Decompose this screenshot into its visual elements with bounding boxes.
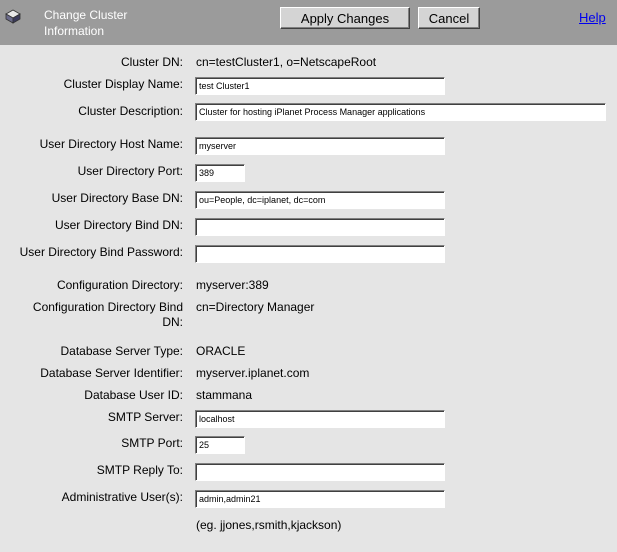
smtp-reply-to-input[interactable]	[195, 463, 445, 481]
config-directory-bind-dn-label: Configuration Directory Bind DN:	[32, 300, 183, 329]
db-server-type-label: Database Server Type:	[60, 344, 183, 358]
page-title: Change Cluster Information	[44, 8, 128, 38]
apply-changes-button[interactable]: Apply Changes	[280, 7, 410, 29]
config-directory-bind-dn-value: cn=Directory Manager	[196, 300, 315, 314]
smtp-port-input[interactable]: 25	[195, 436, 245, 454]
user-directory-port-label: User Directory Port:	[77, 164, 183, 178]
admin-users-input[interactable]: admin,admin21	[195, 490, 445, 508]
db-server-identifier-label: Database Server Identifier:	[40, 366, 183, 380]
help-link[interactable]: Help	[579, 10, 606, 25]
user-directory-bind-dn-label: User Directory Bind DN:	[54, 218, 183, 232]
smtp-server-input[interactable]: localhost	[195, 410, 445, 428]
smtp-port-label: SMTP Port:	[121, 436, 183, 450]
user-directory-bind-password-label: User Directory Bind Password:	[19, 245, 183, 259]
db-server-identifier-value: myserver.iplanet.com	[196, 366, 310, 380]
cluster-logo-icon	[4, 7, 22, 25]
cluster-description-label: Cluster Description:	[78, 104, 183, 118]
cluster-dn-label: Cluster DN:	[120, 55, 183, 69]
cluster-display-name-label: Cluster Display Name:	[63, 77, 183, 91]
cluster-display-name-input[interactable]: test Cluster1	[195, 77, 445, 95]
smtp-server-label: SMTP Server:	[107, 410, 183, 424]
config-directory-value: myserver:389	[196, 278, 269, 292]
cluster-dn-value: cn=testCluster1, o=NetscapeRoot	[196, 55, 377, 69]
user-directory-port-input[interactable]: 389	[195, 164, 245, 182]
user-directory-bind-dn-input[interactable]	[195, 218, 445, 236]
db-user-id-value: stammana	[196, 388, 253, 402]
user-directory-base-dn-label: User Directory Base DN:	[51, 191, 183, 205]
user-directory-bind-password-input[interactable]	[195, 245, 445, 263]
cluster-description-input[interactable]: Cluster for hosting iPlanet Process Mana…	[195, 103, 606, 121]
user-directory-host-input[interactable]: myserver	[195, 137, 445, 155]
db-user-id-label: Database User ID:	[84, 388, 183, 402]
admin-users-hint: (eg. jjones,rsmith,kjackson)	[196, 518, 342, 532]
user-directory-host-label: User Directory Host Name:	[39, 137, 183, 151]
user-directory-base-dn-input[interactable]: ou=People, dc=iplanet, dc=com	[195, 191, 445, 209]
admin-users-label: Administrative User(s):	[61, 490, 183, 504]
smtp-reply-to-label: SMTP Reply To:	[96, 463, 183, 477]
header-bar: Change Cluster Information Apply Changes…	[0, 0, 617, 45]
config-directory-label: Configuration Directory:	[56, 278, 183, 292]
db-server-type-value: ORACLE	[196, 344, 246, 358]
cancel-button[interactable]: Cancel	[418, 7, 480, 29]
